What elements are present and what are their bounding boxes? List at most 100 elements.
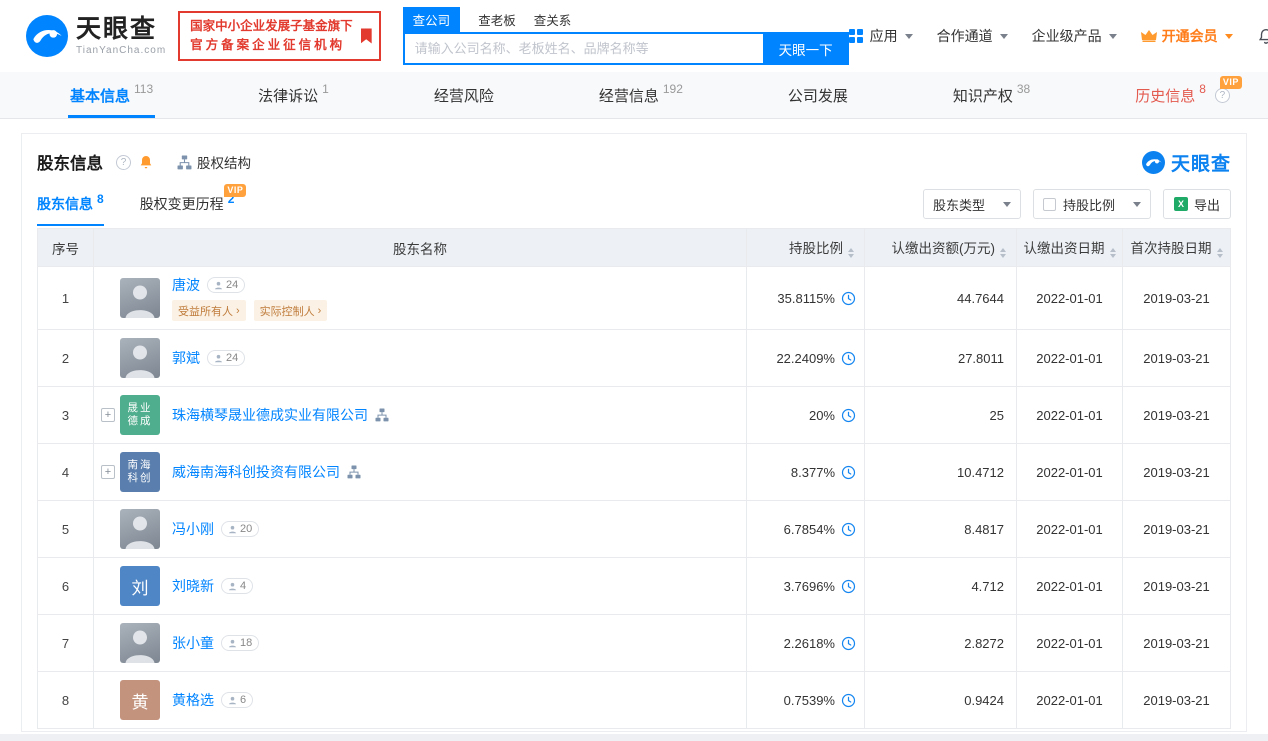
- shareholder-name-link[interactable]: 刘晓新: [172, 576, 214, 596]
- subtab-shareholders[interactable]: 股东信息 8: [37, 182, 104, 226]
- column-header[interactable]: 认缴出资日期: [1016, 228, 1123, 267]
- shareholder-tags: 受益所有人 › 实际控制人 ›: [172, 300, 328, 321]
- tab-company-development[interactable]: 公司发展: [786, 72, 850, 118]
- tab-lawsuits[interactable]: 法律诉讼 1: [256, 72, 331, 118]
- column-label: 认缴出资日期: [1023, 241, 1105, 256]
- shareholder-name-link[interactable]: 郭斌: [172, 348, 200, 368]
- shareholder-name-link[interactable]: 冯小刚: [172, 519, 214, 539]
- sort-icon[interactable]: [848, 248, 854, 258]
- avatar: [120, 623, 160, 663]
- history-clock-icon[interactable]: [841, 408, 856, 423]
- tab-operating-risk[interactable]: 经营风险: [432, 72, 496, 118]
- search-input[interactable]: [402, 32, 763, 65]
- subtab-count: 8: [97, 192, 104, 206]
- tianyancha-logo[interactable]: 天眼查 TianYanCha.com: [26, 15, 166, 57]
- person-icon: [228, 639, 237, 647]
- chevron-down-icon: [999, 33, 1008, 39]
- ratio-value: 0.7539%: [783, 692, 835, 708]
- tab-basic-info[interactable]: 基本信息 113: [68, 72, 156, 118]
- help-icon[interactable]: ?: [1214, 87, 1230, 103]
- tab-label: 知识产权: [952, 87, 1013, 105]
- capital-amount: 25: [864, 386, 1017, 444]
- partner-count-badge[interactable]: 24: [207, 350, 246, 366]
- menu-membership[interactable]: 开通会员: [1140, 26, 1233, 46]
- shareholder-type-filter[interactable]: 股东类型: [922, 189, 1021, 219]
- ribbon-icon: [360, 28, 372, 44]
- shareholder-name-link[interactable]: 珠海横琴晟业德成实业有限公司: [172, 405, 368, 425]
- shareholder-name-link[interactable]: 张小童: [172, 633, 214, 653]
- shareholder-name-link[interactable]: 威海南海科创投资有限公司: [172, 462, 340, 482]
- partner-count-badge[interactable]: 6: [221, 692, 254, 708]
- menu-partnership[interactable]: 合作通道: [937, 26, 1008, 46]
- expand-row-button[interactable]: +: [101, 465, 115, 479]
- chevron-down-icon: [1224, 33, 1233, 39]
- row-number: 5: [61, 521, 70, 537]
- search-tab-relation[interactable]: 查关系: [534, 7, 572, 32]
- subtab-label: 股东信息: [37, 196, 93, 212]
- column-label: 序号: [52, 241, 79, 257]
- column-label: 股东名称: [393, 241, 447, 257]
- history-clock-icon[interactable]: [841, 351, 856, 366]
- tab-history-info[interactable]: 历史信息 8 VIP?: [1133, 72, 1242, 118]
- column-header[interactable]: 首次持股日期: [1122, 228, 1231, 267]
- page: 天眼查 TianYanCha.com 国家中小企业发展子基金旗下 官方备案企业征…: [0, 0, 1268, 734]
- expand-row-button[interactable]: +: [101, 408, 115, 422]
- first-holding-date: 2019-03-21: [1122, 386, 1231, 444]
- filter-label: 持股比例: [1062, 197, 1115, 213]
- history-clock-icon[interactable]: [841, 693, 856, 708]
- capital-amount: 27.8011: [864, 329, 1017, 387]
- avatar: [120, 509, 160, 549]
- shareholder-tag[interactable]: 实际控制人 ›: [253, 300, 328, 321]
- capital-amount: 8.4817: [864, 500, 1017, 558]
- help-icon[interactable]: ?: [116, 154, 131, 170]
- section-title: 股东信息: [37, 155, 103, 173]
- partner-count-badge[interactable]: 24: [207, 277, 246, 293]
- subtab-equity-changes[interactable]: 股权变更历程 2 VIP: [140, 182, 247, 226]
- ratio-checkbox[interactable]: [1042, 197, 1056, 211]
- holding-ratio-filter[interactable]: 持股比例: [1032, 189, 1151, 219]
- equity-structure-link[interactable]: 股权结构: [177, 152, 251, 172]
- partner-count: 20: [240, 523, 253, 535]
- history-clock-icon[interactable]: [841, 291, 856, 306]
- menu-label: 开通会员: [1161, 28, 1218, 44]
- sort-icon[interactable]: [1216, 248, 1223, 258]
- avatar: 刘: [120, 566, 160, 606]
- export-button[interactable]: X 导出: [1162, 189, 1231, 219]
- menu-apps[interactable]: 应用: [848, 26, 913, 46]
- partner-count-badge[interactable]: 18: [221, 635, 260, 651]
- search-button[interactable]: 天眼一下: [762, 32, 849, 65]
- tab-intellectual-property[interactable]: 知识产权 38: [951, 72, 1032, 118]
- monitor-bell-icon[interactable]: [138, 154, 154, 170]
- partner-count-badge[interactable]: 20: [221, 521, 260, 537]
- shareholders-table: 序号 股东名称 持股比例 认缴出资额(万元) 认缴出资日期 首次持股日期 1 唐波 24: [37, 228, 1231, 729]
- sort-icon[interactable]: [1109, 248, 1116, 258]
- table-body: 1 唐波 24 受益所有人 › 实际控制人 › 35.8115% 44.7644…: [37, 266, 1231, 729]
- history-clock-icon[interactable]: [841, 522, 856, 537]
- first-holding-date: 2019-03-21: [1122, 671, 1231, 729]
- search-tab-boss[interactable]: 查老板: [478, 7, 516, 32]
- shareholder-name-link[interactable]: 唐波: [172, 275, 200, 295]
- capital-amount: 4.712: [864, 557, 1017, 615]
- column-header[interactable]: 认缴出资额(万元): [864, 228, 1017, 267]
- company-structure-icon[interactable]: [375, 408, 389, 422]
- history-clock-icon[interactable]: [841, 636, 856, 651]
- row-number: 8: [61, 692, 70, 708]
- history-clock-icon[interactable]: [841, 579, 856, 594]
- partner-count-badge[interactable]: 4: [221, 578, 254, 594]
- filter-label: 股东类型: [932, 197, 985, 213]
- subscription-date: 2022-01-01: [1016, 500, 1123, 558]
- sort-icon[interactable]: [1000, 248, 1006, 258]
- shareholder-tag[interactable]: 受益所有人 ›: [172, 300, 246, 321]
- menu-enterprise-products[interactable]: 企业级产品: [1032, 26, 1117, 46]
- tab-operating-info[interactable]: 经营信息 192: [597, 72, 685, 118]
- cert-line-1: 国家中小企业发展子基金旗下: [190, 18, 353, 33]
- history-clock-icon[interactable]: [841, 465, 856, 480]
- tianyancha-logo-icon: [26, 15, 68, 57]
- ratio-value: 2.2618%: [783, 635, 835, 651]
- search-tab-company[interactable]: 查公司: [402, 7, 461, 32]
- column-header[interactable]: 持股比例: [746, 228, 865, 267]
- notification-bell-icon[interactable]: [1257, 27, 1268, 45]
- shareholder-name-link[interactable]: 黄格选: [172, 690, 214, 710]
- subscription-date: 2022-01-01: [1016, 386, 1123, 444]
- company-structure-icon[interactable]: [347, 465, 361, 479]
